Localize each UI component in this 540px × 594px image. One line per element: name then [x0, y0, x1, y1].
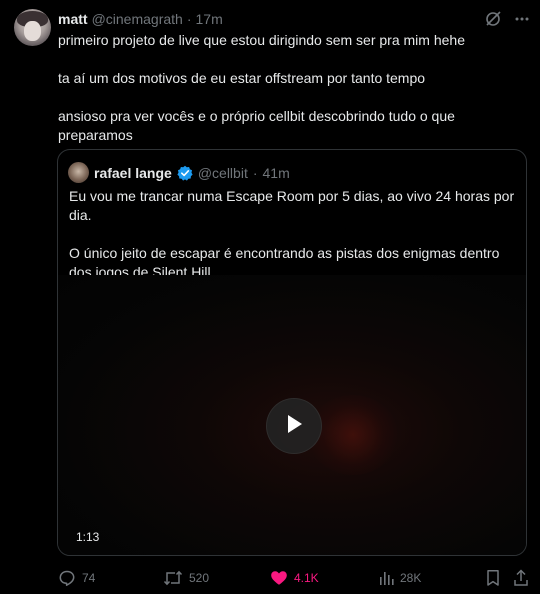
quoted-author-name[interactable]: rafael lange — [94, 165, 172, 181]
post-actions-bar: 74 520 4.1K 28K — [58, 568, 528, 588]
bookmark-button[interactable] — [485, 568, 501, 588]
verified-icon — [177, 165, 193, 181]
repost-icon — [163, 569, 183, 587]
post-header: matt @cinemagrath · 17m — [58, 10, 223, 28]
like-button[interactable]: 4.1K — [270, 568, 319, 588]
author-handle[interactable]: @cinemagrath — [92, 11, 183, 27]
grok-icon[interactable] — [484, 10, 502, 28]
post-paragraph: primeiro projeto de live que estou dirig… — [58, 32, 465, 48]
reply-icon — [58, 569, 76, 587]
quoted-author-avatar[interactable] — [68, 162, 89, 183]
reply-button[interactable]: 74 — [58, 568, 95, 588]
repost-count: 520 — [189, 571, 210, 585]
play-button[interactable] — [266, 398, 322, 454]
reply-count: 74 — [82, 571, 96, 585]
bookmark-icon — [485, 569, 501, 587]
share-button[interactable] — [513, 568, 529, 588]
separator-dot: · — [186, 11, 192, 27]
post-paragraph: ta aí um dos motivos de eu estar offstre… — [58, 70, 426, 86]
video-duration: 1:13 — [76, 530, 100, 544]
share-icon — [513, 569, 529, 587]
like-count: 4.1K — [294, 571, 319, 585]
quoted-post-time[interactable]: 41m — [263, 165, 290, 181]
repost-button[interactable]: 520 — [163, 568, 209, 588]
post-top-actions — [484, 10, 530, 28]
separator-dot: · — [252, 164, 258, 181]
quoted-paragraph: Eu vou me trancar numa Escape Room por 5… — [69, 188, 515, 223]
post-text: primeiro projeto de live que estou dirig… — [58, 31, 518, 164]
views-button[interactable]: 28K — [378, 568, 421, 588]
more-icon[interactable] — [514, 11, 530, 27]
author-avatar[interactable] — [14, 9, 51, 46]
video-frame-glow — [308, 395, 398, 475]
author-name[interactable]: matt — [58, 11, 88, 27]
play-icon — [284, 413, 304, 440]
views-count: 28K — [400, 571, 422, 585]
quoted-author-handle[interactable]: @cellbit — [198, 165, 248, 181]
quoted-post[interactable]: rafael lange @cellbit · 41m Eu vou me tr… — [57, 149, 527, 556]
post-card[interactable]: matt @cinemagrath · 17m primeiro projeto… — [0, 0, 540, 594]
post-time[interactable]: 17m — [196, 11, 223, 27]
quoted-post-header: rafael lange @cellbit · 41m — [68, 162, 290, 183]
views-icon — [378, 570, 394, 586]
like-icon — [270, 569, 288, 587]
post-paragraph: ansioso pra ver vocês e o próprio cellbi… — [58, 108, 455, 143]
